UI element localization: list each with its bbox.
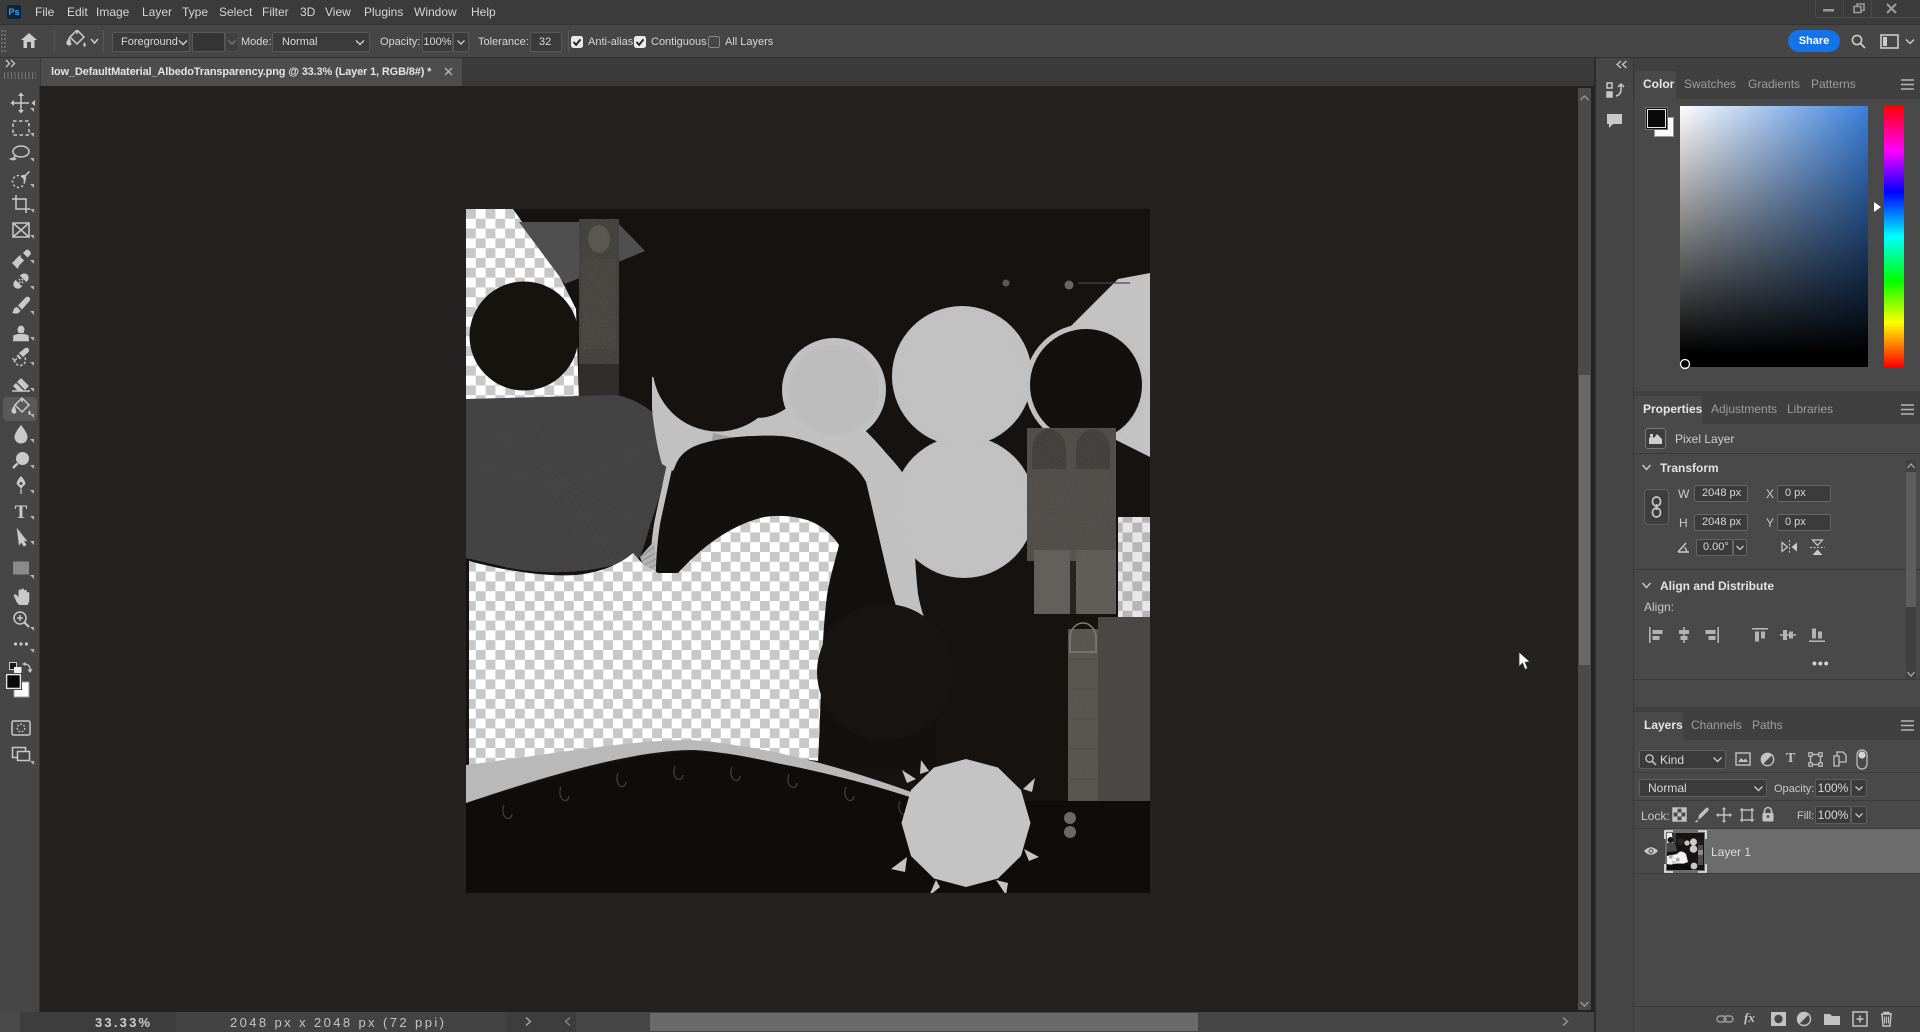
svg-text:T: T <box>15 502 28 523</box>
